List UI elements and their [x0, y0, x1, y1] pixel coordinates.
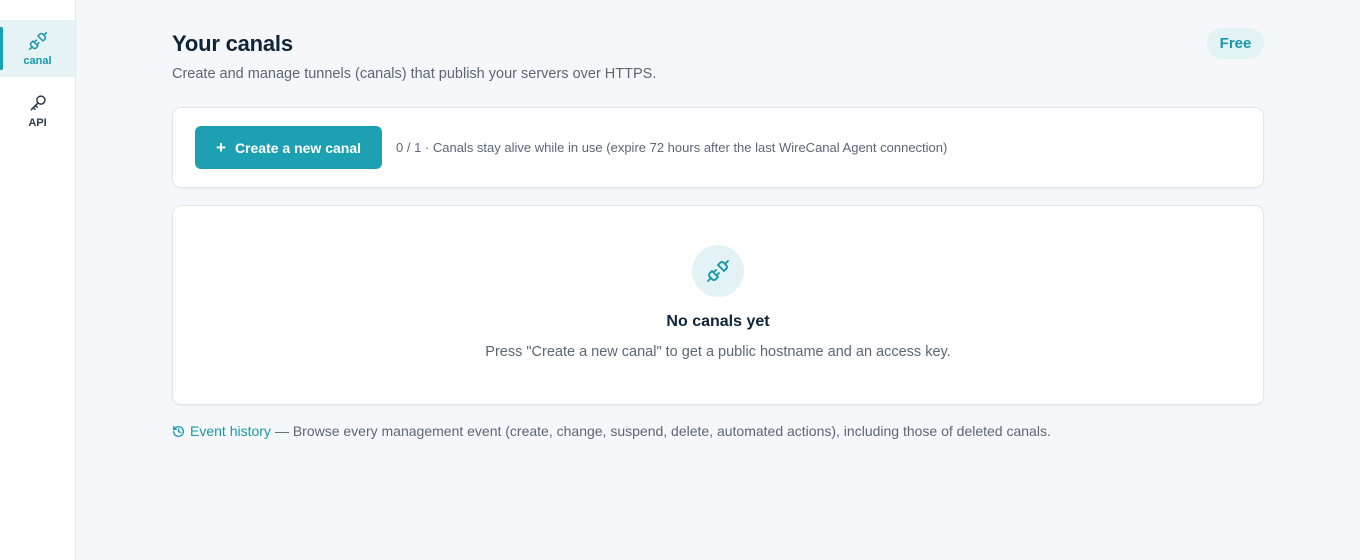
app-root: canal API Your canals Free Create and ma…	[0, 0, 1360, 560]
sidebar-item-canal[interactable]: canal	[0, 20, 75, 77]
history-icon	[172, 425, 184, 437]
key-icon	[30, 94, 46, 110]
event-history-description: — Browse every management event (create,…	[274, 423, 1051, 439]
sidebar-item-label: API	[28, 116, 47, 129]
plus-icon: +	[216, 138, 226, 157]
page-subtitle: Create and manage tunnels (canals) that …	[172, 66, 657, 82]
empty-state-title: No canals yet	[666, 313, 770, 330]
plan-badge: Free	[1207, 28, 1264, 59]
empty-state-description: Press "Create a new canal" to get a publ…	[485, 344, 951, 360]
sidebar-item-api[interactable]: API	[0, 82, 75, 139]
create-canal-button[interactable]: + Create a new canal	[195, 126, 382, 169]
plug-icon	[28, 31, 47, 50]
toolbar-card: + Create a new canal 0 / 1 · Canals stay…	[172, 107, 1264, 188]
page-title: Your canals	[172, 31, 293, 56]
empty-state-icon-circle	[692, 245, 744, 297]
empty-state-card: No canals yet Press "Create a new canal"…	[172, 205, 1264, 405]
event-history-link[interactable]: Event history	[190, 423, 271, 439]
plug-icon	[707, 260, 729, 282]
sidebar-item-label: canal	[23, 54, 52, 67]
sidebar: canal API	[0, 0, 76, 560]
quota-text: 0 / 1 · Canals stay alive while in use (…	[396, 140, 948, 155]
create-canal-label: Create a new canal	[234, 139, 361, 156]
event-history-row: Event history — Browse every management …	[172, 423, 1051, 439]
